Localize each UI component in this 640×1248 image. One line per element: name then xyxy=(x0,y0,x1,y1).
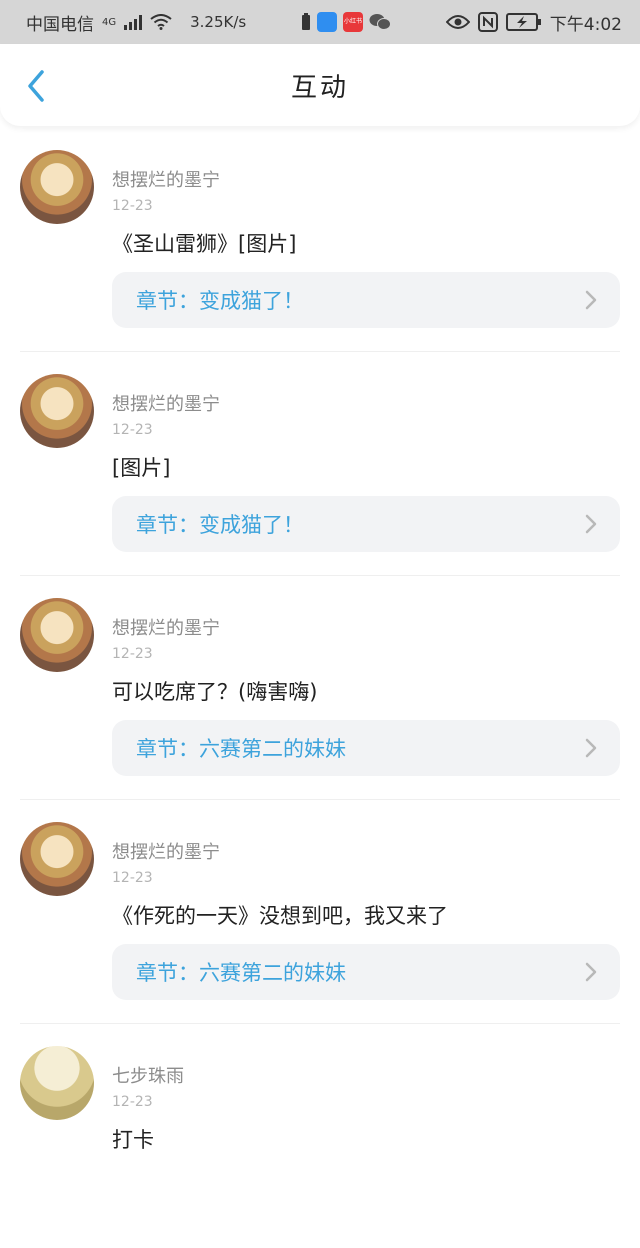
user-avatar[interactable] xyxy=(20,150,94,224)
comment-date: 12-23 xyxy=(112,646,153,662)
signal-icon xyxy=(124,14,143,30)
status-bar-left: 中国电信 4G 3.25K/s xyxy=(26,10,246,35)
comment-date: 12-23 xyxy=(112,870,153,886)
eye-icon xyxy=(445,15,470,29)
chevron-right-icon xyxy=(585,738,597,758)
user-avatar[interactable] xyxy=(20,822,94,896)
browser-app-icon xyxy=(317,12,338,32)
comment-date: 12-23 xyxy=(112,1094,153,1110)
status-bar-apps: 小红书 xyxy=(301,12,392,32)
chapter-label: 章节：六赛第二的妹妹 xyxy=(136,961,346,985)
interaction-feed: 想摆烂的墨宁 12-23 《圣山雷狮》[图片] 章节：变成猫了！ 想摆烂的墨宁 … xyxy=(0,128,640,1248)
chapter-link[interactable]: 章节：六赛第二的妹妹 xyxy=(112,944,620,1000)
comment-text[interactable]: 《作死的一天》没想到吧，我又来了 xyxy=(112,900,448,930)
page-title: 互动 xyxy=(290,72,349,103)
wechat-icon xyxy=(369,14,392,30)
chapter-label: 章节：变成猫了！ xyxy=(136,513,304,537)
wifi-icon xyxy=(150,14,172,30)
comment-date: 12-23 xyxy=(112,422,153,438)
chapter-label: 章节：六赛第二的妹妹 xyxy=(136,737,346,761)
battery-saver-icon xyxy=(302,13,311,30)
feed-item: 想摆烂的墨宁 12-23 《作死的一天》没想到吧，我又来了 章节：六赛第二的妹妹 xyxy=(20,800,620,1024)
username[interactable]: 想摆烂的墨宁 xyxy=(112,614,220,640)
clock: 下午4:02 xyxy=(549,14,622,35)
battery-charging-icon xyxy=(505,13,541,31)
status-bar: 中国电信 4G 3.25K/s 小红书 下午4:02 xyxy=(0,0,640,44)
chapter-link[interactable]: 章节：变成猫了！ xyxy=(112,496,620,552)
back-button[interactable] xyxy=(20,68,52,104)
chevron-right-icon xyxy=(585,290,597,310)
comment-date: 12-23 xyxy=(112,198,153,214)
chevron-right-icon xyxy=(585,962,597,982)
xiaohongshu-app-icon: 小红书 xyxy=(343,12,364,32)
user-avatar[interactable] xyxy=(20,1046,94,1120)
username[interactable]: 想摆烂的墨宁 xyxy=(112,166,220,192)
feed-item: 想摆烂的墨宁 12-23 《圣山雷狮》[图片] 章节：变成猫了！ xyxy=(20,128,620,352)
chapter-link[interactable]: 章节：变成猫了！ xyxy=(112,272,620,328)
comment-text[interactable]: 《圣山雷狮》[图片] xyxy=(112,228,296,258)
top-header: 互动 xyxy=(0,44,640,126)
comment-text[interactable]: 打卡 xyxy=(112,1124,154,1154)
network-type: 4G xyxy=(102,16,117,28)
back-arrow-icon xyxy=(28,70,44,102)
chapter-label: 章节：变成猫了！ xyxy=(136,289,304,313)
nfc-icon xyxy=(477,12,498,32)
username[interactable]: 想摆烂的墨宁 xyxy=(112,838,220,864)
feed-item: 想摆烂的墨宁 12-23 可以吃席了？(嗨害嗨) 章节：六赛第二的妹妹 xyxy=(20,576,620,800)
carrier-label: 中国电信 xyxy=(26,14,94,35)
chapter-link[interactable]: 章节：六赛第二的妹妹 xyxy=(112,720,620,776)
status-bar-right: 下午4:02 xyxy=(445,10,622,35)
network-speed: 3.25K/s xyxy=(190,13,247,31)
chevron-right-icon xyxy=(585,514,597,534)
feed-item: 七步珠雨 12-23 打卡 xyxy=(20,1024,620,1248)
username[interactable]: 想摆烂的墨宁 xyxy=(112,390,220,416)
comment-text[interactable]: 可以吃席了？(嗨害嗨) xyxy=(112,676,317,706)
user-avatar[interactable] xyxy=(20,374,94,448)
feed-item: 想摆烂的墨宁 12-23 [图片] 章节：变成猫了！ xyxy=(20,352,620,576)
username[interactable]: 七步珠雨 xyxy=(112,1062,184,1088)
user-avatar[interactable] xyxy=(20,598,94,672)
comment-text[interactable]: [图片] xyxy=(112,452,170,482)
